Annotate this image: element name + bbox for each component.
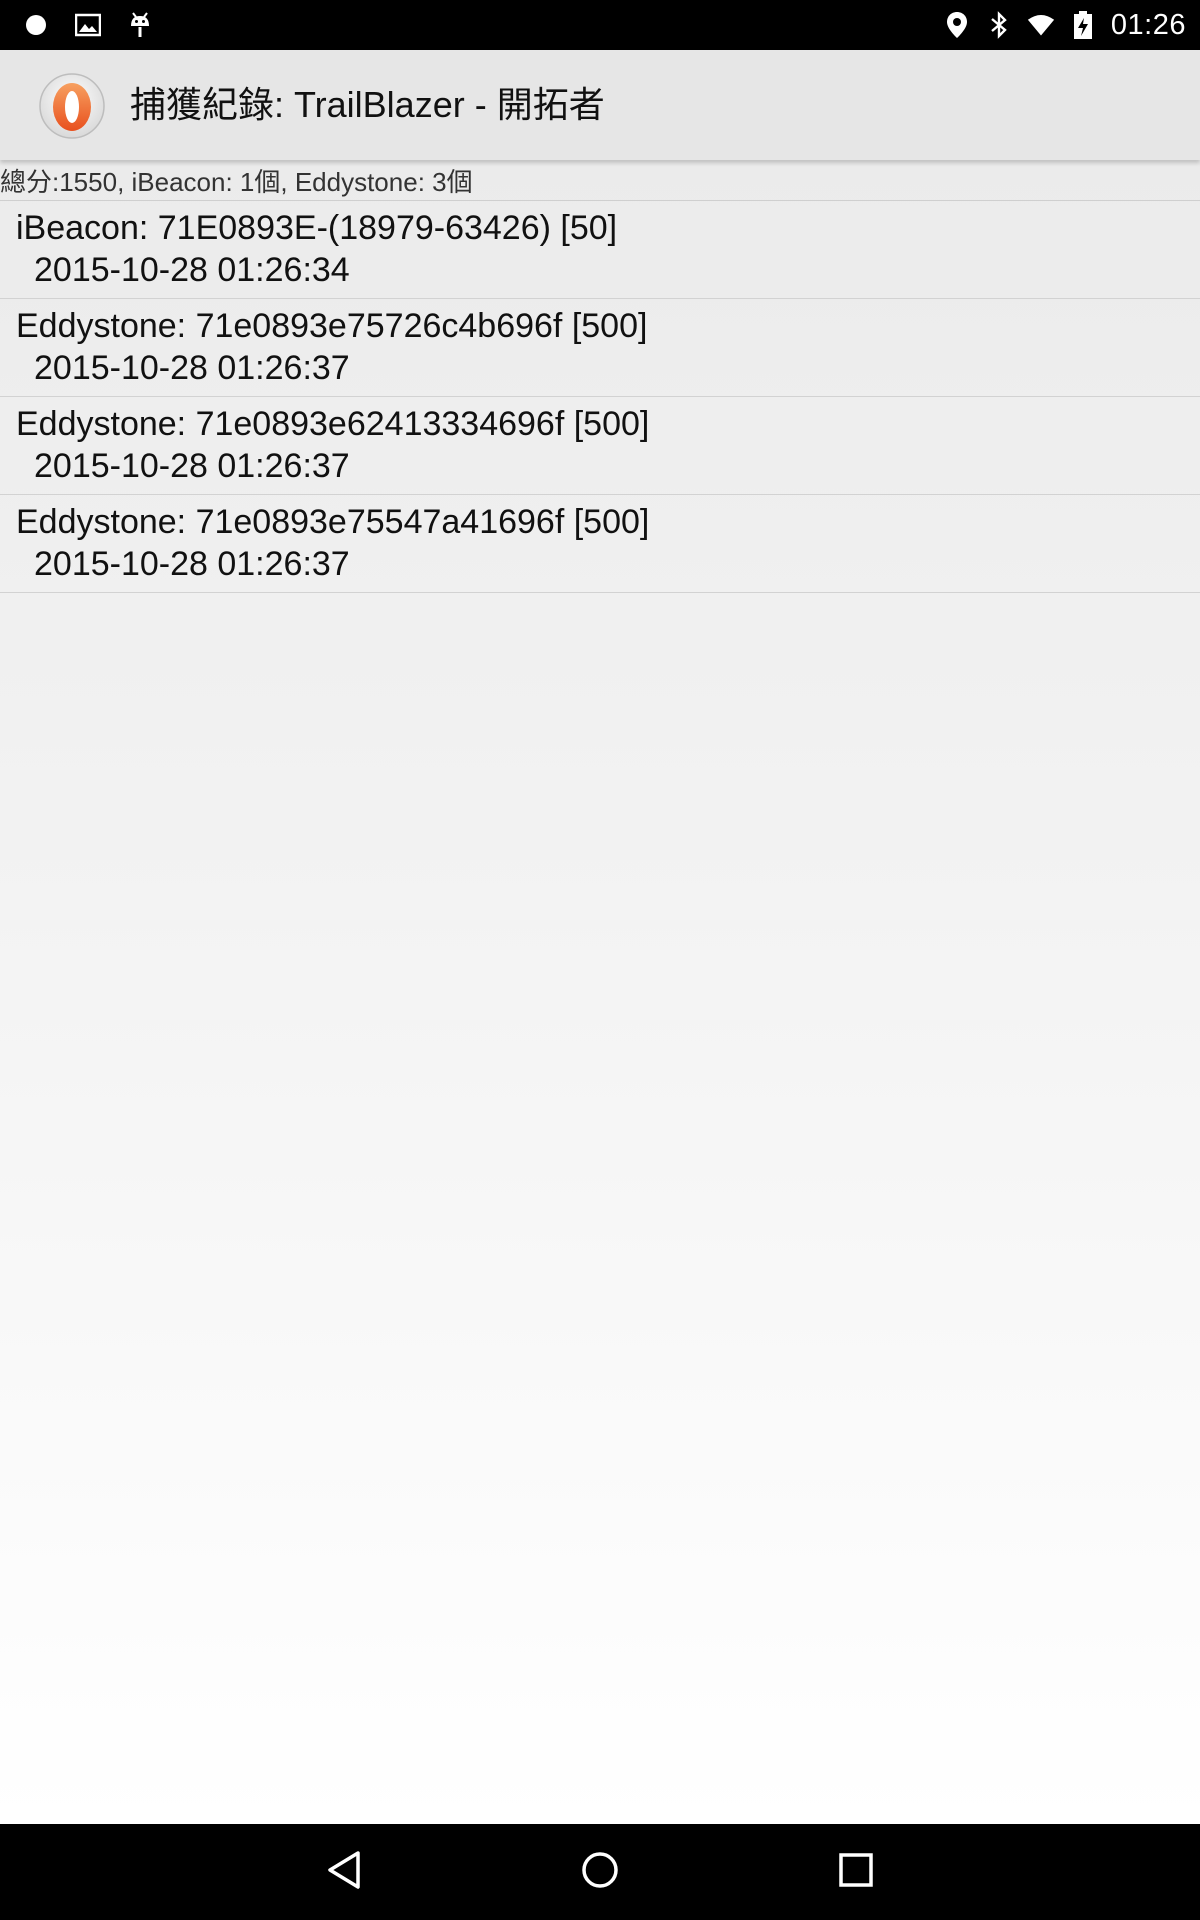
beacon-id: Eddystone: 71e0893e75726c4b696f [500] bbox=[16, 307, 648, 345]
app-logo-icon[interactable] bbox=[38, 72, 106, 140]
list-item[interactable]: Eddystone: 71e0893e62413334696f [500] 20… bbox=[0, 397, 1200, 495]
list-item[interactable]: Eddystone: 71e0893e75547a41696f [500] 20… bbox=[0, 495, 1200, 593]
bluetooth-icon bbox=[985, 11, 1013, 39]
back-icon bbox=[326, 1850, 362, 1895]
beacon-id: Eddystone: 71e0893e62413334696f [500] bbox=[16, 405, 650, 443]
beacon-id: iBeacon: 71E0893E-(18979-63426) [50] bbox=[16, 209, 618, 247]
capture-log: 總分:1550, iBeacon: 1個, Eddystone: 3個 iBea… bbox=[0, 160, 1200, 1824]
wifi-icon bbox=[1027, 11, 1055, 39]
battery-charging-icon bbox=[1069, 11, 1097, 39]
capture-time: 2015-10-28 01:26:37 bbox=[34, 545, 350, 583]
capture-time: 2015-10-28 01:26:37 bbox=[34, 447, 350, 485]
status-bar-system: 01:26 bbox=[943, 0, 1186, 50]
home-icon bbox=[580, 1850, 620, 1895]
home-button[interactable] bbox=[540, 1824, 660, 1920]
list-item[interactable]: Eddystone: 71e0893e75726c4b696f [500] 20… bbox=[0, 299, 1200, 397]
android-icon bbox=[126, 11, 154, 39]
status-bar-notifications bbox=[22, 0, 154, 50]
recents-icon bbox=[838, 1852, 874, 1893]
page-title: 捕獲紀錄: TrailBlazer - 開拓者 bbox=[130, 84, 605, 125]
circle-icon bbox=[22, 11, 50, 39]
capture-time: 2015-10-28 01:26:37 bbox=[34, 349, 350, 387]
list-item[interactable]: iBeacon: 71E0893E-(18979-63426) [50] 201… bbox=[0, 201, 1200, 299]
beacon-id: Eddystone: 71e0893e75547a41696f [500] bbox=[16, 503, 650, 541]
action-bar: 捕獲紀錄: TrailBlazer - 開拓者 bbox=[0, 50, 1200, 160]
status-bar: 01:26 bbox=[0, 0, 1200, 50]
capture-time: 2015-10-28 01:26:34 bbox=[34, 251, 350, 289]
back-button[interactable] bbox=[284, 1824, 404, 1920]
score-summary: 總分:1550, iBeacon: 1個, Eddystone: 3個 bbox=[0, 160, 1200, 201]
navigation-bar bbox=[0, 1824, 1200, 1920]
image-icon bbox=[74, 11, 102, 39]
location-icon bbox=[943, 11, 971, 39]
status-time: 01:26 bbox=[1110, 8, 1186, 41]
recents-button[interactable] bbox=[796, 1824, 916, 1920]
